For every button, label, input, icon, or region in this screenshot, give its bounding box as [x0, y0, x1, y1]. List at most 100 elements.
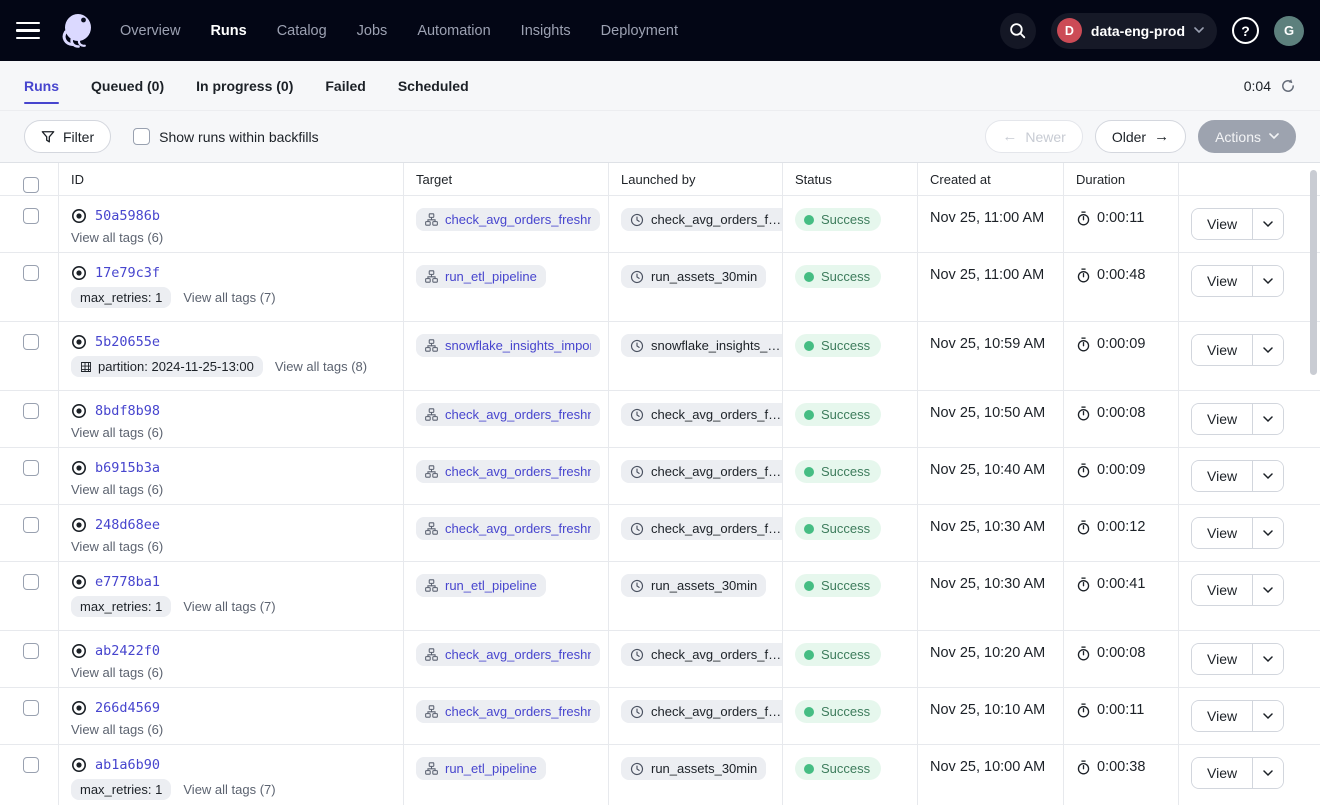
view-all-tags-link[interactable]: View all tags (7) [183, 290, 275, 305]
view-all-tags-link[interactable]: View all tags (6) [71, 425, 163, 440]
launched-by-pill[interactable]: check_avg_orders_f… [621, 208, 782, 231]
view-all-tags-link[interactable]: View all tags (6) [71, 722, 163, 737]
launched-by-pill[interactable]: snowflake_insights_… [621, 334, 782, 357]
filter-button[interactable]: Filter [24, 120, 111, 153]
view-all-tags-link[interactable]: View all tags (6) [71, 539, 163, 554]
target-pill[interactable]: snowflake_insights_import [416, 334, 600, 357]
hamburger-menu-icon[interactable] [16, 15, 48, 47]
run-id-link[interactable]: 8bdf8b98 [95, 403, 160, 419]
view-button[interactable]: View [1192, 701, 1252, 731]
view-button[interactable]: View [1192, 461, 1252, 491]
run-tag[interactable]: partition: 2024-11-25-13:00 [71, 356, 263, 377]
row-checkbox[interactable] [23, 643, 39, 659]
workspace-switcher[interactable]: D data-eng-prod [1051, 13, 1217, 49]
run-tag[interactable]: max_retries: 1 [71, 287, 171, 308]
nav-item-runs[interactable]: Runs [210, 23, 246, 39]
newer-button[interactable]: ← Newer [985, 120, 1082, 153]
view-dropdown-button[interactable] [1252, 644, 1283, 674]
launched-by-pill[interactable]: check_avg_orders_f… [621, 460, 782, 483]
view-button[interactable]: View [1192, 518, 1252, 548]
view-button[interactable]: View [1192, 758, 1252, 788]
launched-by-pill[interactable]: check_avg_orders_f… [621, 517, 782, 540]
run-id-link[interactable]: 266d4569 [95, 700, 160, 716]
target-link[interactable]: check_avg_orders_freshne [445, 212, 591, 227]
view-button[interactable]: View [1192, 335, 1252, 365]
target-pill[interactable]: run_etl_pipeline [416, 574, 546, 597]
nav-item-jobs[interactable]: Jobs [357, 23, 388, 39]
view-dropdown-button[interactable] [1252, 404, 1283, 434]
run-id-link[interactable]: e7778ba1 [95, 574, 160, 590]
run-tag[interactable]: max_retries: 1 [71, 596, 171, 617]
actions-button[interactable]: Actions [1198, 120, 1296, 153]
view-dropdown-button[interactable] [1252, 266, 1283, 296]
view-all-tags-link[interactable]: View all tags (7) [183, 599, 275, 614]
row-checkbox[interactable] [23, 460, 39, 476]
view-button[interactable]: View [1192, 266, 1252, 296]
launched-by-pill[interactable]: check_avg_orders_f… [621, 643, 782, 666]
row-checkbox[interactable] [23, 517, 39, 533]
nav-item-deployment[interactable]: Deployment [601, 23, 678, 39]
target-link[interactable]: run_etl_pipeline [445, 761, 537, 776]
view-all-tags-link[interactable]: View all tags (6) [71, 230, 163, 245]
view-button[interactable]: View [1192, 209, 1252, 239]
run-id-link[interactable]: 50a5986b [95, 208, 160, 224]
run-id-link[interactable]: 17e79c3f [95, 265, 160, 281]
search-button[interactable] [1000, 13, 1036, 49]
view-dropdown-button[interactable] [1252, 335, 1283, 365]
launched-by-pill[interactable]: check_avg_orders_f… [621, 403, 782, 426]
target-pill[interactable]: check_avg_orders_freshne [416, 403, 600, 426]
view-dropdown-button[interactable] [1252, 575, 1283, 605]
view-button[interactable]: View [1192, 575, 1252, 605]
backfills-checkbox[interactable] [133, 128, 150, 145]
run-id-link[interactable]: ab2422f0 [95, 643, 160, 659]
target-link[interactable]: run_etl_pipeline [445, 578, 537, 593]
run-tag[interactable]: max_retries: 1 [71, 779, 171, 800]
user-avatar[interactable]: G [1274, 16, 1304, 46]
view-dropdown-button[interactable] [1252, 461, 1283, 491]
launched-by-pill[interactable]: run_assets_30min [621, 265, 766, 288]
dagster-logo-icon[interactable] [58, 11, 98, 51]
run-id-link[interactable]: b6915b3a [95, 460, 160, 476]
nav-item-automation[interactable]: Automation [417, 23, 490, 39]
target-pill[interactable]: check_avg_orders_freshne [416, 208, 600, 231]
run-id-link[interactable]: 5b20655e [95, 334, 160, 350]
launched-by-pill[interactable]: run_assets_30min [621, 574, 766, 597]
nav-item-catalog[interactable]: Catalog [277, 23, 327, 39]
view-dropdown-button[interactable] [1252, 209, 1283, 239]
view-dropdown-button[interactable] [1252, 518, 1283, 548]
target-pill[interactable]: check_avg_orders_freshne [416, 460, 600, 483]
view-dropdown-button[interactable] [1252, 701, 1283, 731]
nav-item-insights[interactable]: Insights [521, 23, 571, 39]
row-checkbox[interactable] [23, 265, 39, 281]
row-checkbox[interactable] [23, 574, 39, 590]
row-checkbox[interactable] [23, 208, 39, 224]
run-id-link[interactable]: ab1a6b90 [95, 757, 160, 773]
row-checkbox[interactable] [23, 700, 39, 716]
help-icon[interactable]: ? [1232, 17, 1259, 44]
target-pill[interactable]: run_etl_pipeline [416, 265, 546, 288]
refresh-button[interactable] [1280, 78, 1296, 94]
view-button[interactable]: View [1192, 644, 1252, 674]
target-pill[interactable]: run_etl_pipeline [416, 757, 546, 780]
target-link[interactable]: check_avg_orders_freshne [445, 464, 591, 479]
view-all-tags-link[interactable]: View all tags (6) [71, 482, 163, 497]
view-all-tags-link[interactable]: View all tags (6) [71, 665, 163, 680]
row-checkbox[interactable] [23, 757, 39, 773]
tab-queued[interactable]: Queued (0) [91, 61, 164, 110]
target-link[interactable]: snowflake_insights_import [445, 338, 591, 353]
view-dropdown-button[interactable] [1252, 758, 1283, 788]
view-all-tags-link[interactable]: View all tags (7) [183, 782, 275, 797]
select-all-checkbox[interactable] [23, 177, 39, 193]
tab-failed[interactable]: Failed [325, 61, 365, 110]
tab-in-progress[interactable]: In progress (0) [196, 61, 293, 110]
launched-by-pill[interactable]: run_assets_30min [621, 757, 766, 780]
tab-runs[interactable]: Runs [24, 61, 59, 110]
launched-by-pill[interactable]: check_avg_orders_f… [621, 700, 782, 723]
target-pill[interactable]: check_avg_orders_freshne [416, 517, 600, 540]
tab-scheduled[interactable]: Scheduled [398, 61, 469, 110]
scrollbar-thumb[interactable] [1310, 170, 1317, 375]
row-checkbox[interactable] [23, 334, 39, 350]
older-button[interactable]: Older → [1095, 120, 1186, 153]
target-pill[interactable]: check_avg_orders_freshne [416, 700, 600, 723]
target-link[interactable]: check_avg_orders_freshne [445, 407, 591, 422]
